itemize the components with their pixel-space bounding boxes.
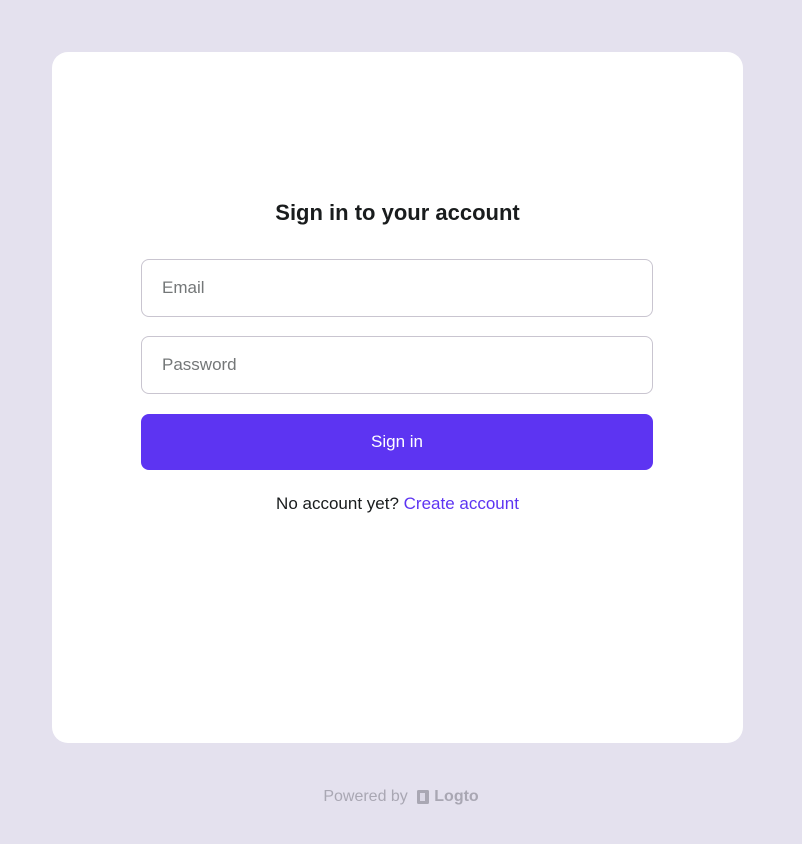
no-account-text: No account yet? [276,494,399,513]
email-field[interactable] [141,259,653,317]
logto-logo-icon [417,790,430,804]
password-field[interactable] [141,336,653,394]
page-title: Sign in to your account [275,200,520,225]
powered-by-text: Powered by [323,788,408,805]
logto-brand-name: Logto [434,788,479,805]
create-account-row: No account yet? Create account [52,493,743,515]
create-account-link[interactable]: Create account [404,494,519,513]
signin-card: Sign in to your account Sign in No accou… [52,52,743,743]
sign-in-button[interactable]: Sign in [141,414,653,470]
powered-by-footer: Powered by Logto [0,786,802,808]
logto-brand-link[interactable]: Logto [416,786,479,808]
